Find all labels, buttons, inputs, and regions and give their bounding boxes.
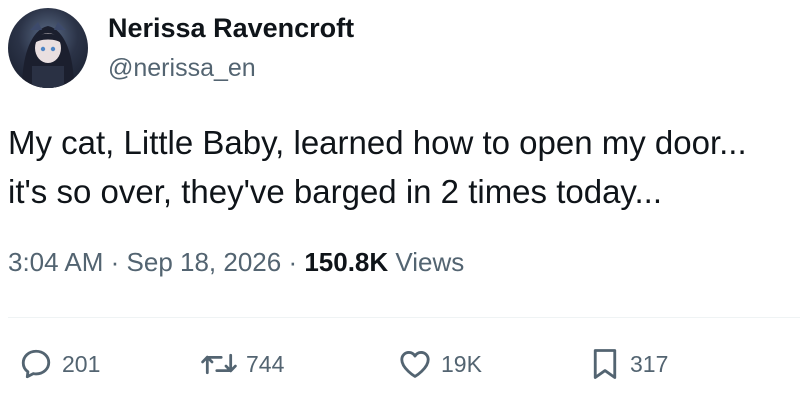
tweet-text-line: it's so over, they've barged in 2 times … <box>8 173 662 210</box>
views-label: Views <box>395 247 465 277</box>
meta-separator: · <box>103 247 127 277</box>
repost-count: 744 <box>246 350 285 377</box>
author-avatar[interactable] <box>8 8 88 88</box>
repost-icon <box>201 353 237 375</box>
anime-girl-avatar-icon <box>22 22 74 88</box>
tweet-text-line: My cat, Little Baby, learned how to open… <box>8 124 747 161</box>
tweet-meta: 3:04 AM · Sep 18, 2026 · 150.8K Views <box>8 247 464 278</box>
meta-separator: · <box>281 247 305 277</box>
heart-icon <box>400 351 430 378</box>
repost-button[interactable]: 744 <box>200 346 284 382</box>
views-count: 150.8K <box>304 247 389 277</box>
bookmark-count: 317 <box>630 350 669 377</box>
author-display-name[interactable]: Nerissa Ravencroft <box>108 13 354 44</box>
divider <box>8 317 800 318</box>
like-button[interactable]: 19K <box>397 346 482 382</box>
bookmark-icon <box>593 349 617 379</box>
bookmark-button[interactable]: 317 <box>588 346 668 382</box>
like-count: 19K <box>441 350 482 377</box>
tweet-time[interactable]: 3:04 AM <box>8 247 103 277</box>
tweet-text: My cat, Little Baby, learned how to open… <box>8 118 792 216</box>
reply-count: 201 <box>62 350 101 377</box>
author-handle[interactable]: @nerissa_en <box>108 54 256 83</box>
tweet-date[interactable]: Sep 18, 2026 <box>127 247 282 277</box>
reply-icon <box>21 349 51 379</box>
reply-button[interactable]: 201 <box>18 346 100 382</box>
